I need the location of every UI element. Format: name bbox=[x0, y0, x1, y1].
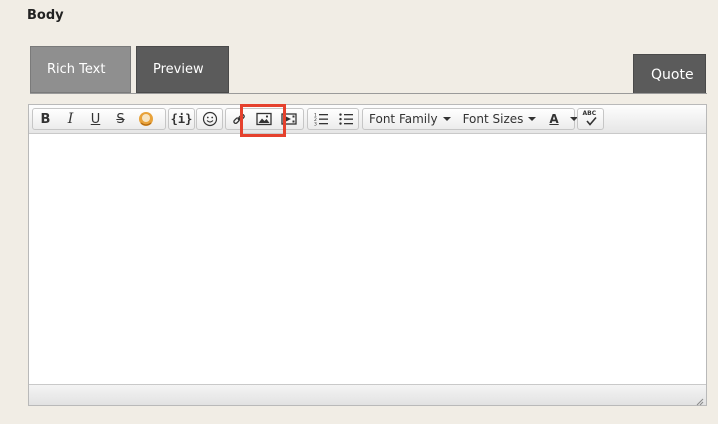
code-icon: {i} bbox=[170, 112, 193, 126]
tab-preview[interactable]: Preview bbox=[136, 46, 229, 93]
highlight-icon bbox=[138, 111, 154, 127]
emoticon-icon bbox=[202, 111, 218, 127]
spellcheck-button[interactable]: ABC bbox=[578, 109, 603, 129]
bulleted-list-button[interactable] bbox=[333, 109, 358, 129]
quote-button[interactable]: Quote bbox=[633, 54, 706, 94]
rich-text-editor: B I U S {i} 1 2 3 Font Family Font Sizes… bbox=[28, 104, 707, 406]
svg-text:3: 3 bbox=[314, 122, 317, 128]
insert-media-button[interactable] bbox=[276, 109, 301, 129]
font-group: Font Family Font Sizes A bbox=[362, 108, 578, 130]
bold-button[interactable]: B bbox=[33, 109, 58, 129]
image-icon bbox=[255, 112, 272, 126]
font-sizes-label: Font Sizes bbox=[462, 112, 524, 126]
underline-button[interactable]: U bbox=[83, 109, 108, 129]
bold-icon: B bbox=[40, 111, 51, 127]
text-color-icon: A bbox=[549, 112, 559, 126]
font-family-dropdown[interactable]: Font Family bbox=[363, 109, 457, 129]
numbered-list-button[interactable]: 1 2 3 bbox=[308, 109, 333, 129]
code-button[interactable]: {i} bbox=[169, 109, 194, 129]
chevron-down-icon bbox=[442, 117, 451, 121]
font-sizes-dropdown[interactable]: Font Sizes bbox=[457, 109, 543, 129]
field-label-body: Body bbox=[27, 8, 64, 23]
spellcheck-icon: ABC bbox=[583, 110, 599, 127]
bulleted-list-icon bbox=[338, 111, 354, 127]
tab-rich-text[interactable]: Rich Text bbox=[30, 46, 131, 93]
media-icon bbox=[280, 112, 297, 126]
code-group: {i} bbox=[168, 108, 195, 130]
strikethrough-icon: S bbox=[116, 111, 125, 127]
format-group: B I U S bbox=[32, 108, 166, 130]
tab-divider bbox=[30, 93, 707, 94]
insert-group bbox=[225, 108, 304, 130]
underline-icon: U bbox=[90, 111, 101, 127]
link-button[interactable] bbox=[226, 109, 251, 129]
numbered-list-icon: 1 2 3 bbox=[313, 111, 329, 127]
strikethrough-button[interactable]: S bbox=[108, 109, 133, 129]
italic-button[interactable]: I bbox=[58, 109, 83, 129]
italic-icon: I bbox=[67, 111, 74, 127]
emoticon-group bbox=[196, 108, 223, 130]
editor-toolbar: B I U S {i} 1 2 3 Font Family Font Sizes… bbox=[29, 105, 706, 134]
resize-handle-icon[interactable] bbox=[694, 393, 704, 406]
list-group: 1 2 3 bbox=[307, 108, 359, 130]
spellcheck-group: ABC bbox=[577, 108, 604, 130]
highlight-button[interactable] bbox=[133, 109, 158, 129]
font-family-label: Font Family bbox=[369, 112, 438, 126]
link-icon bbox=[231, 111, 247, 127]
insert-image-button[interactable] bbox=[251, 109, 276, 129]
emoticon-button[interactable] bbox=[197, 109, 222, 129]
chevron-down-icon bbox=[528, 117, 537, 121]
editor-statusbar bbox=[29, 384, 706, 406]
editor-content-area[interactable] bbox=[29, 134, 706, 384]
